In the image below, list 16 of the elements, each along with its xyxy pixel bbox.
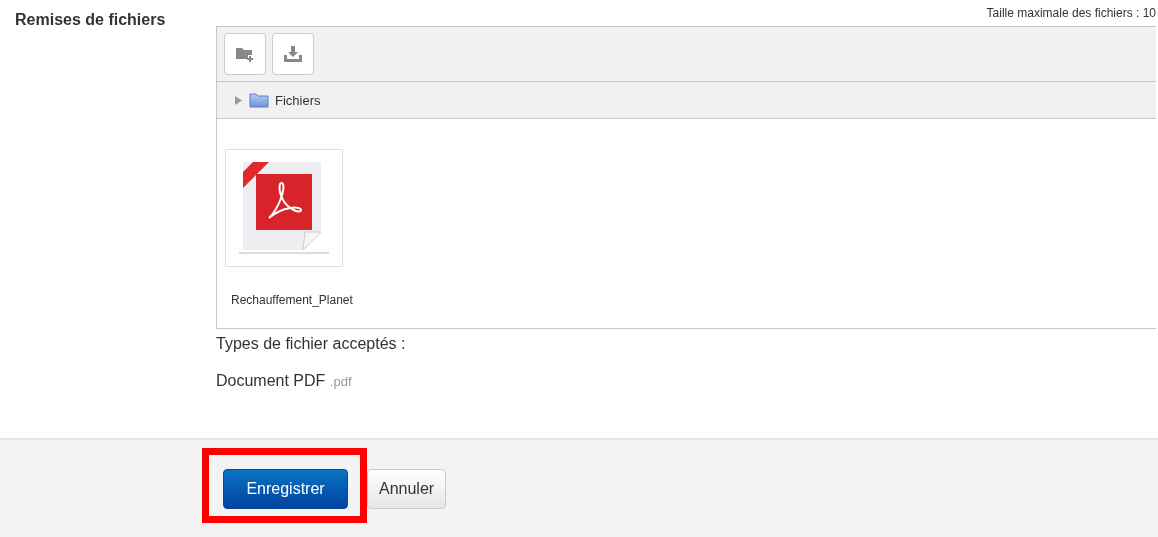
folder-name[interactable]: Fichiers (275, 92, 321, 108)
file-type-name: Document PDF (216, 372, 326, 389)
folder-plus-icon (235, 45, 255, 63)
file-extension: .pdf (329, 374, 352, 389)
save-button[interactable]: Enregistrer (223, 468, 348, 509)
pdf-file-icon[interactable] (225, 149, 343, 267)
expand-arrow-icon[interactable] (234, 95, 243, 105)
file-name[interactable]: Rechauffement_Planet (231, 293, 353, 307)
max-file-size-text: Taille maximale des fichiers : 10 (986, 6, 1156, 22)
download-icon (283, 45, 303, 63)
field-label: Remises de fichiers (15, 11, 166, 28)
folder-icon (249, 92, 269, 108)
cancel-button[interactable]: Annuler (367, 468, 447, 509)
toolbar-button[interactable] (272, 33, 314, 75)
toolbar-button[interactable] (224, 33, 266, 75)
accepted-types-label: Types de fichier acceptés : (216, 335, 407, 353)
